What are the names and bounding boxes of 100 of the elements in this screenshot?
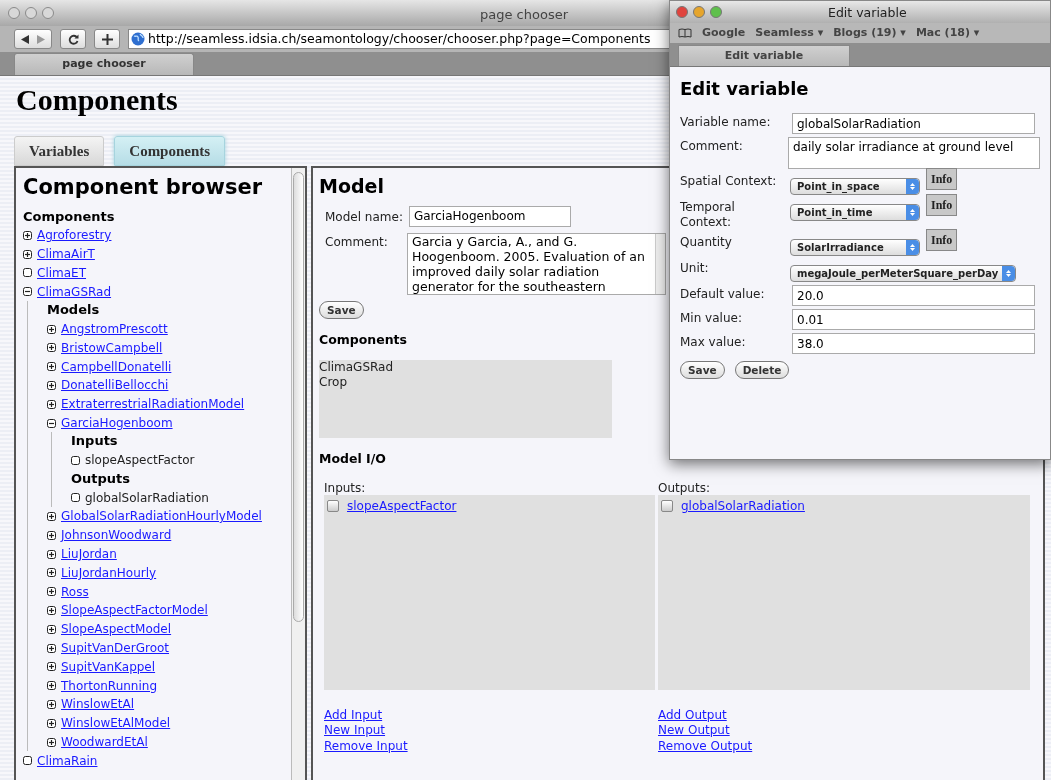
tree-link[interactable]: ThortonRunning bbox=[61, 676, 158, 695]
collapse-icon[interactable] bbox=[47, 418, 56, 428]
variable-link[interactable]: slopeAspectFactor bbox=[347, 496, 457, 515]
expand-icon[interactable] bbox=[47, 343, 56, 353]
tree-link[interactable]: Agroforestry bbox=[37, 226, 112, 245]
field-label: Comment: bbox=[680, 138, 744, 154]
field-label: Max value: bbox=[680, 334, 747, 350]
tree-link[interactable]: LiuJordan bbox=[61, 545, 117, 564]
field-label: Temporal Context: bbox=[680, 199, 736, 230]
reload-button[interactable] bbox=[60, 29, 86, 49]
expand-icon[interactable] bbox=[47, 362, 56, 372]
comment-field[interactable]: daily solar irradiance at ground level bbox=[787, 137, 1040, 169]
dropdown[interactable]: megaJoule_perMeterSquare_perDay bbox=[790, 265, 1017, 282]
tree-link[interactable]: ClimaET bbox=[37, 264, 86, 282]
save-button[interactable]: Save bbox=[319, 301, 364, 319]
expand-icon[interactable] bbox=[47, 718, 56, 728]
tree-link[interactable]: WoodwardEtAl bbox=[61, 733, 148, 751]
text-field[interactable]: 38.0 bbox=[792, 333, 1035, 354]
expand-icon[interactable] bbox=[23, 249, 32, 259]
action-link[interactable]: Add Input bbox=[324, 707, 383, 723]
leaf-icon bbox=[71, 493, 80, 503]
browser-tab[interactable]: Edit variable bbox=[678, 45, 850, 66]
expand-icon[interactable] bbox=[47, 681, 56, 691]
expand-icon[interactable] bbox=[47, 549, 56, 559]
close-button[interactable] bbox=[676, 6, 688, 18]
expand-icon[interactable] bbox=[47, 399, 56, 409]
expand-icon[interactable] bbox=[47, 699, 56, 709]
tree-link[interactable]: SupitVanDerGroot bbox=[61, 639, 170, 658]
expand-icon[interactable] bbox=[23, 230, 32, 240]
tree-section-heading: Models bbox=[47, 301, 101, 320]
expand-icon[interactable] bbox=[47, 324, 56, 334]
tree-link[interactable]: GarciaHogenboom bbox=[61, 414, 173, 433]
stepper-icon bbox=[906, 205, 919, 220]
text-field[interactable]: globalSolarRadiation bbox=[792, 113, 1035, 134]
scrollbar[interactable] bbox=[291, 168, 305, 780]
tree-link[interactable]: SlopeAspectModel bbox=[61, 620, 172, 639]
tree-link[interactable]: ClimaRain bbox=[37, 751, 98, 770]
zoom-button[interactable] bbox=[710, 6, 722, 18]
checkbox[interactable] bbox=[327, 499, 339, 512]
dialog-heading: Edit variable bbox=[680, 77, 809, 101]
back-forward-button[interactable] bbox=[14, 29, 52, 49]
dialog-button[interactable]: Delete bbox=[734, 361, 790, 379]
browser-tab[interactable]: page chooser bbox=[14, 53, 194, 75]
expand-icon[interactable] bbox=[47, 643, 56, 653]
text-field[interactable]: 0.01 bbox=[792, 309, 1035, 330]
comment-field[interactable]: Garcia y Garcia, A., and G. Hoogenboom. 2005. Evaluation of an improved daily solar radiation generator for the southeastern bbox=[407, 233, 666, 295]
panel-title: Model bbox=[319, 174, 384, 198]
tree-link[interactable]: SlopeAspectFactorModel bbox=[61, 601, 208, 620]
action-link[interactable]: Remove Input bbox=[324, 738, 408, 754]
minimize-button[interactable] bbox=[693, 6, 705, 18]
tree-link[interactable]: GlobalSolarRadiationHourlyModel bbox=[61, 507, 262, 526]
action-link[interactable]: New Output bbox=[658, 723, 730, 739]
variable-link[interactable]: globalSolarRadiation bbox=[681, 496, 805, 515]
expand-icon[interactable] bbox=[47, 380, 56, 390]
expand-icon[interactable] bbox=[47, 587, 56, 597]
name-field[interactable]: GarciaHogenboom bbox=[408, 206, 571, 227]
action-link[interactable]: Add Output bbox=[658, 707, 727, 723]
tree-link[interactable]: WinslowEtAlModel bbox=[61, 714, 171, 733]
add-bookmark-button[interactable] bbox=[94, 29, 120, 49]
dropdown[interactable]: Point_in_space bbox=[790, 178, 920, 195]
tree-link[interactable]: Ross bbox=[61, 582, 89, 601]
action-link[interactable]: Remove Output bbox=[658, 738, 753, 754]
info-button[interactable]: Info bbox=[926, 229, 958, 251]
expand-icon[interactable] bbox=[47, 568, 56, 578]
field-label: Min value: bbox=[680, 310, 743, 326]
tree-link[interactable]: CampbellDonatelli bbox=[61, 357, 172, 376]
expand-icon[interactable] bbox=[47, 530, 56, 540]
dialog-button[interactable]: Save bbox=[680, 361, 725, 379]
tree-link[interactable]: SupitVanKappel bbox=[61, 657, 156, 676]
page-tab[interactable]: Variables bbox=[14, 136, 105, 166]
tree-link[interactable]: WinslowEtAl bbox=[61, 695, 135, 714]
tree-link[interactable]: ClimaGSRad bbox=[37, 282, 112, 301]
info-button[interactable]: Info bbox=[926, 194, 958, 216]
dropdown[interactable]: SolarIrradiance bbox=[790, 239, 920, 256]
tree-link[interactable]: BristowCampbell bbox=[61, 338, 163, 357]
book-icon[interactable] bbox=[678, 28, 692, 38]
action-link[interactable]: New Input bbox=[324, 723, 386, 739]
expand-icon[interactable] bbox=[47, 605, 56, 615]
tree-link[interactable]: LiuJordanHourly bbox=[61, 563, 157, 582]
back-icon bbox=[21, 34, 30, 44]
page-tab[interactable]: Components bbox=[114, 136, 226, 166]
info-button[interactable]: Info bbox=[926, 168, 958, 190]
text-field[interactable]: 20.0 bbox=[792, 285, 1035, 306]
stepper-icon bbox=[906, 240, 919, 255]
tree-link[interactable]: ExtraterrestrialRadiationModel bbox=[61, 395, 245, 414]
tree-link[interactable]: JohnsonWoodward bbox=[61, 526, 172, 545]
expand-icon[interactable] bbox=[47, 662, 56, 672]
expand-icon[interactable] bbox=[47, 737, 56, 747]
tree-link[interactable]: AngstromPrescott bbox=[61, 320, 168, 339]
expand-icon[interactable] bbox=[47, 624, 56, 634]
list-item[interactable]: ClimaGSRad bbox=[319, 359, 612, 376]
field-label: Comment: bbox=[325, 234, 387, 251]
tree-link[interactable]: DonatelliBellocchi bbox=[61, 376, 169, 395]
dropdown[interactable]: Point_in_time bbox=[790, 204, 920, 221]
list-item[interactable]: Crop bbox=[319, 375, 612, 391]
checkbox[interactable] bbox=[661, 499, 673, 512]
url-text: http://seamless.idsia.ch/seamontology/chooser/chooser.php?page=Components bbox=[148, 29, 651, 48]
collapse-icon[interactable] bbox=[23, 287, 32, 297]
tree-link[interactable]: ClimaAirT bbox=[37, 245, 95, 264]
expand-icon[interactable] bbox=[47, 511, 56, 521]
